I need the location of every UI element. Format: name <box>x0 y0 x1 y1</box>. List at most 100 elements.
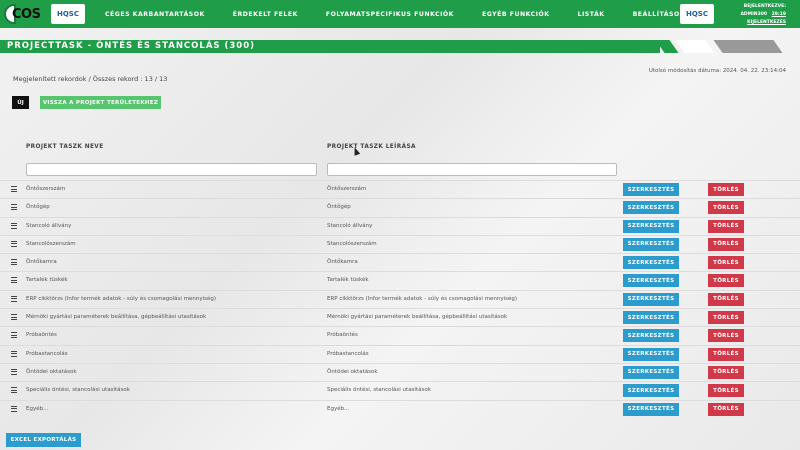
table-row: Egyéb... Egyéb... SZERKESZTÉS TÖRLÉS <box>0 399 800 418</box>
top-navbar: COS HQSC CÉGES KARBANTARTÁSOK ÉRDEKELT FE… <box>0 0 800 28</box>
drag-handle-icon[interactable] <box>11 405 17 412</box>
delete-button[interactable]: TÖRLÉS <box>708 274 744 288</box>
username: ADMIN300 <box>740 12 767 17</box>
drag-handle-icon[interactable] <box>11 240 17 247</box>
edit-button[interactable]: SZERKESZTÉS <box>623 347 679 361</box>
task-name: Próbaöntés <box>26 332 57 339</box>
edit-button[interactable]: SZERKESZTÉS <box>623 329 679 343</box>
task-name: Stancolószerszám <box>26 240 76 247</box>
user-box: BEJELENTKEZVE: ADMIN300 29:19 KIJELENTKE… <box>740 3 786 27</box>
name-filter-input[interactable] <box>26 163 317 176</box>
edit-button[interactable]: SZERKESZTÉS <box>623 183 679 196</box>
table-row: Öntőgép Öntőgép SZERKESZTÉS TÖRLÉS <box>0 198 800 216</box>
task-name: ERP cikktörzs (Infor termék adatok - súl… <box>26 295 217 302</box>
drag-handle-icon[interactable] <box>11 387 17 394</box>
table-row: Tartalék tüskék Tartalék tüskék SZERKESZTÉ… <box>0 271 800 289</box>
logged-in-label: BEJELENTKEZVE: <box>743 4 786 9</box>
table-row: Stancolószerszám Stancolószerszám SZERKESZ… <box>0 234 800 253</box>
task-description: Stancoló állvány <box>327 222 373 229</box>
edit-button[interactable]: SZERKESZTÉS <box>623 365 679 379</box>
decor-stripe-gray <box>713 40 783 53</box>
table-row: ERP cikktörzs (Infor termék adatok - súl… <box>0 289 800 308</box>
task-description: Stancolószerszám <box>327 240 377 247</box>
delete-button[interactable]: TÖRLÉS <box>708 347 744 361</box>
excel-export-button[interactable]: EXCEL EXPORTÁLÁS <box>6 433 81 447</box>
delete-button[interactable]: TÖRLÉS <box>708 365 744 379</box>
cos-logo-text: COS <box>12 6 41 22</box>
task-description: Próbaöntés <box>327 332 358 339</box>
drag-handle-icon[interactable] <box>11 332 17 339</box>
task-name: Mérnöki gyártási paraméterek beállítása,… <box>26 314 207 321</box>
hqsc-logo: HQSC <box>51 4 85 24</box>
decor-stripe-white <box>675 40 715 53</box>
table-row: Próbastancolás Próbastancolás SZERKESZTÉS T… <box>0 344 800 363</box>
drag-handle-icon[interactable] <box>11 186 17 192</box>
new-button[interactable]: ÚJ <box>12 96 29 109</box>
delete-button[interactable]: TÖRLÉS <box>708 311 744 325</box>
delete-button[interactable]: TÖRLÉS <box>708 292 744 306</box>
delete-button[interactable]: TÖRLÉS <box>708 183 744 196</box>
edit-button[interactable]: SZERKESZTÉS <box>623 311 679 325</box>
task-description: ERP cikktörzs (Infor termék adatok - súl… <box>327 295 518 302</box>
delete-button[interactable]: TÖRLÉS <box>708 402 744 416</box>
task-name: Speciális öntési, stancolási utasítások <box>26 387 130 394</box>
edit-button[interactable]: SZERKESZTÉS <box>623 384 679 398</box>
drag-handle-icon[interactable] <box>11 295 17 302</box>
delete-button[interactable]: TÖRLÉS <box>708 201 744 215</box>
task-name: Tartalék tüskék <box>26 277 68 284</box>
task-name: Stancoló állvány <box>26 222 72 229</box>
task-name: Egyéb... <box>26 405 49 412</box>
nav-item[interactable]: LISTÁK <box>578 11 605 18</box>
main-menu: CÉGES KARBANTARTÁSOK ÉRDEKELT FELEK FOLYAM… <box>105 0 713 28</box>
record-count: Megjelenített rekordok / Összes rekord :… <box>13 75 168 83</box>
table-row: Öntödei oktatások Öntödei oktatások SZERKE… <box>0 362 800 381</box>
nav-item[interactable]: EGYÉB FUNKCIÓK <box>482 11 550 18</box>
task-description: Egyéb... <box>327 405 350 412</box>
column-header-description[interactable]: PROJEKT TASZK LEÍRÁSA <box>327 144 416 150</box>
drag-handle-icon[interactable] <box>11 277 17 284</box>
drag-handle-icon[interactable] <box>11 368 17 375</box>
column-header-name[interactable]: PROJEKT TASZK NEVE <box>26 144 104 150</box>
table-row: Mérnöki gyártási paraméterek beállítása,… <box>0 308 800 326</box>
drag-handle-icon[interactable] <box>11 350 17 357</box>
table-row: Öntőszerszám Öntőszerszám SZERKESZTÉS TÖRLÉ… <box>0 180 800 198</box>
delete-button[interactable]: TÖRLÉS <box>708 384 744 398</box>
nav-item[interactable]: BEÁLLÍTÁSOK <box>633 11 685 18</box>
edit-button[interactable]: SZERKESZTÉS <box>623 402 679 416</box>
task-description: Öntőszerszám <box>327 186 367 192</box>
task-description: Öntőgép <box>327 204 351 211</box>
drag-handle-icon[interactable] <box>11 222 17 229</box>
edit-button[interactable]: SZERKESZTÉS <box>623 274 679 288</box>
edit-button[interactable]: SZERKESZTÉS <box>623 219 679 233</box>
task-description: Mérnöki gyártási paraméterek beállítása,… <box>327 314 508 321</box>
delete-button[interactable]: TÖRLÉS <box>708 256 744 270</box>
delete-button[interactable]: TÖRLÉS <box>708 329 744 343</box>
task-name: Öntőkamra <box>26 259 57 266</box>
cos-logo[interactable]: COS <box>4 3 42 25</box>
back-to-project-areas-button[interactable]: VISSZA A PROJEKT TERÜLETEKHEZ <box>40 96 161 109</box>
task-description: Tartalék tüskék <box>327 277 369 284</box>
task-name: Öntőszerszám <box>26 186 66 192</box>
nav-item[interactable]: FOLYAMATSPECIFIKUS FUNKCIÓK <box>326 11 454 18</box>
table-row: Próbaöntés Próbaöntés SZERKESZTÉS TÖRLÉS <box>0 326 800 344</box>
description-filter-input[interactable] <box>327 163 617 176</box>
edit-button[interactable]: SZERKESZTÉS <box>623 201 679 215</box>
task-description: Próbastancolás <box>327 350 369 357</box>
nav-item[interactable]: CÉGES KARBANTARTÁSOK <box>105 11 205 18</box>
edit-button[interactable]: SZERKESZTÉS <box>623 292 679 306</box>
task-name: Öntödei oktatások <box>26 368 77 375</box>
nav-item[interactable]: ÉRDEKELT FELEK <box>233 11 298 18</box>
table-row: Stancoló állvány Stancoló állvány SZERKESZ… <box>0 216 800 235</box>
table-row: Öntőkamra Öntőkamra SZERKESZTÉS TÖRLÉS <box>0 253 800 271</box>
drag-handle-icon[interactable] <box>11 204 17 211</box>
task-name: Próbastancolás <box>26 350 68 357</box>
task-name: Öntőgép <box>26 204 50 211</box>
logout-link[interactable]: KIJELENTKEZÉS <box>740 19 786 27</box>
delete-button[interactable]: TÖRLÉS <box>708 237 744 251</box>
edit-button[interactable]: SZERKESZTÉS <box>623 237 679 251</box>
task-table: Öntőszerszám Öntőszerszám SZERKESZTÉS TÖRLÉ… <box>0 180 800 418</box>
delete-button[interactable]: TÖRLÉS <box>708 219 744 233</box>
drag-handle-icon[interactable] <box>11 314 17 321</box>
drag-handle-icon[interactable] <box>11 259 17 266</box>
edit-button[interactable]: SZERKESZTÉS <box>623 256 679 270</box>
